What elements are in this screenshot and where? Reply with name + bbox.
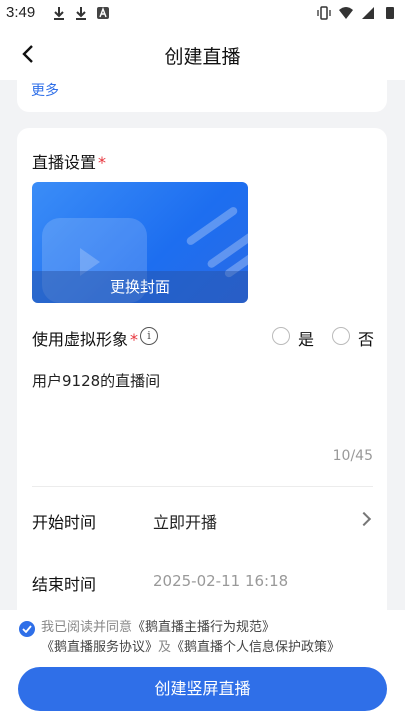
radio-no-label: 否 — [358, 330, 375, 349]
section-title: 直播设置 * — [32, 149, 106, 173]
start-time-value[interactable]: 立即开播 — [153, 509, 217, 533]
radio-yes-label: 是 — [298, 330, 315, 349]
agreement-link-service[interactable]: 《鹅直播服务协议》 — [41, 640, 158, 655]
virtual-avatar-row: 使用虚拟形象 * i 是 否 — [32, 326, 375, 350]
end-time-label: 结束时间 — [32, 575, 97, 594]
agreement-link-conduct[interactable]: 《鹅直播主播行为规范》 — [132, 620, 275, 635]
section-title-text: 直播设置 — [32, 153, 97, 172]
nav-bar: 创建直播 — [0, 28, 405, 80]
bottom-panel: 我已阅读并同意《鹅直播主播行为规范》《鹅直播服务协议》及《鹅直播个人信息保护政策… — [0, 610, 405, 720]
signal-icon — [362, 7, 374, 19]
cover-stripe — [185, 205, 239, 247]
virtual-avatar-label: 使用虚拟形象 * — [32, 326, 138, 350]
end-time-value[interactable]: 2025-02-11 16:18 — [153, 572, 288, 590]
agree-checkbox[interactable] — [19, 621, 35, 637]
system-icons — [317, 6, 397, 20]
title-char-counter: 10/45 — [332, 448, 373, 464]
radio-yes[interactable] — [272, 327, 290, 345]
check-icon — [22, 625, 32, 633]
agreement-joiner: 及 — [158, 640, 172, 655]
cover-image[interactable]: 更换封面 — [32, 182, 248, 303]
notification-icons — [52, 6, 110, 20]
required-mark: * — [130, 330, 139, 349]
create-vertical-live-button[interactable]: 创建竖屏直播 — [18, 667, 387, 711]
agreement-link-privacy[interactable]: 《鹅直播个人信息保护政策》 — [171, 640, 340, 655]
vibrate-icon — [317, 6, 331, 20]
wifi-icon — [339, 7, 353, 19]
change-cover-button[interactable]: 更换封面 — [32, 271, 248, 303]
chevron-right-icon[interactable] — [356, 511, 372, 527]
app-notification-icon — [97, 7, 109, 19]
status-time: 3:49 — [6, 4, 36, 21]
live-settings-card: 直播设置 * 更换封面 使用虚拟形象 * i 是 否 用户9128的直播间 10/4… — [17, 128, 387, 628]
required-mark: * — [98, 153, 107, 172]
divider — [32, 486, 373, 487]
page-title: 创建直播 — [164, 46, 241, 68]
basic-info-card: 更多 — [17, 80, 387, 112]
download-icon — [76, 7, 86, 20]
agreement-text: 我已阅读并同意《鹅直播主播行为规范》《鹅直播服务协议》及《鹅直播个人信息保护政策… — [41, 618, 381, 658]
more-link[interactable]: 更多 — [31, 80, 59, 100]
radio-no[interactable] — [332, 327, 350, 345]
download-icon — [54, 7, 64, 20]
start-time-label: 开始时间 — [32, 513, 97, 532]
battery-icon — [386, 7, 394, 19]
virtual-avatar-label-text: 使用虚拟形象 — [32, 330, 129, 349]
agreement-prefix: 我已阅读并同意 — [41, 620, 133, 635]
status-bar: 3:49 — [0, 0, 405, 28]
info-icon[interactable]: i — [140, 327, 158, 345]
live-title-input[interactable]: 用户9128的直播间 — [32, 370, 160, 391]
